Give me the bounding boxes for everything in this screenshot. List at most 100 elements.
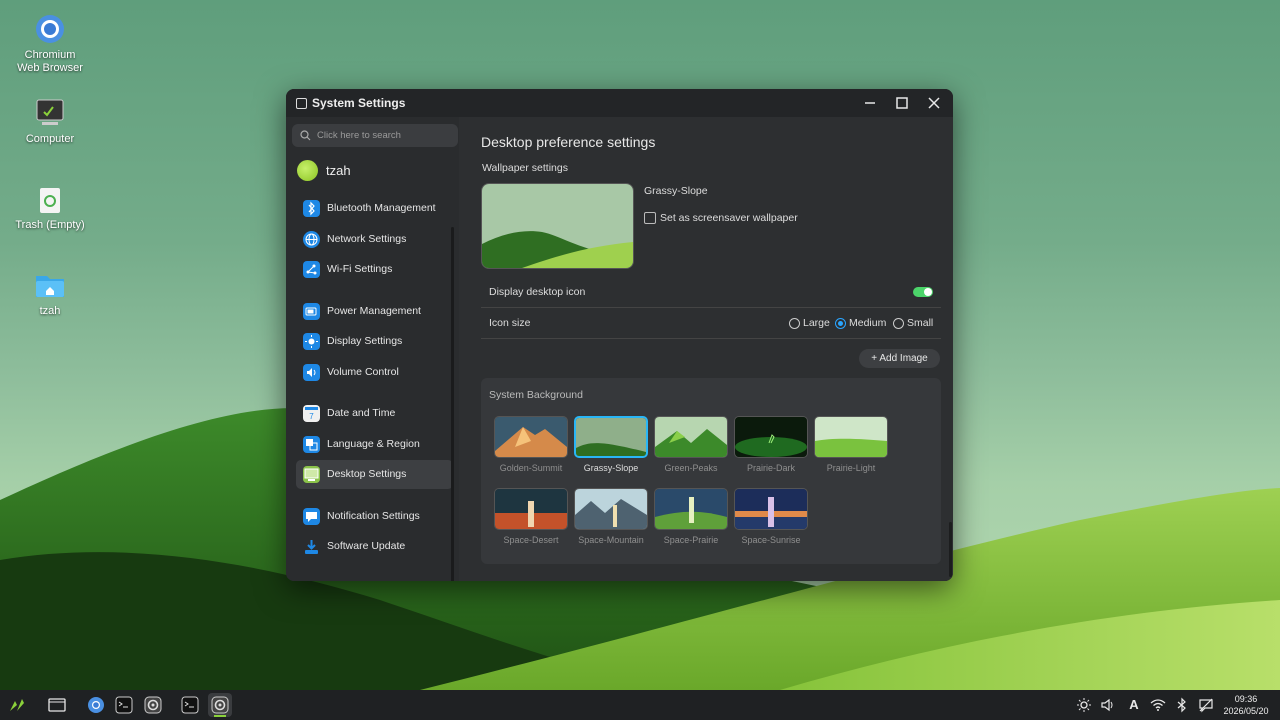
current-wallpaper-name: Grassy-Slope bbox=[644, 185, 708, 197]
notification-icon bbox=[303, 508, 320, 525]
sidebar-item-power[interactable]: Power Management bbox=[296, 297, 453, 326]
desktop-icon-chromium[interactable]: Chromium Web Browser bbox=[5, 13, 95, 75]
close-button[interactable] bbox=[924, 93, 944, 113]
wallpaper-name: Space-Prairie bbox=[663, 535, 719, 545]
wifi-network-icon bbox=[303, 261, 320, 278]
language-icon bbox=[303, 436, 320, 453]
icon-size-label: Icon size bbox=[489, 317, 531, 329]
current-wallpaper-preview[interactable] bbox=[481, 183, 634, 269]
wallpaper-option-prairie-light[interactable]: Prairie-Light bbox=[814, 416, 888, 473]
desktop-icon-label: tzah bbox=[39, 305, 61, 317]
sidebar-item-label: Volume Control bbox=[327, 366, 399, 378]
wallpaper-option-grassy-slope[interactable]: Grassy-Slope bbox=[574, 416, 648, 473]
volume-icon[interactable] bbox=[1100, 697, 1116, 713]
sidebar-scrollbar[interactable] bbox=[451, 227, 454, 581]
sidebar-item-desktop[interactable]: Desktop Settings bbox=[296, 460, 453, 489]
main-scrollbar[interactable] bbox=[949, 522, 952, 577]
sidebar-item-label: Notification Settings bbox=[327, 510, 420, 522]
icon-size-option-label: Medium bbox=[849, 317, 887, 329]
system-background-label: System Background bbox=[489, 389, 583, 401]
sidebar-item-software-update[interactable]: Software Update bbox=[296, 532, 453, 561]
wallpaper-name: Space-Sunrise bbox=[741, 535, 801, 545]
sidebar-item-display[interactable]: Display Settings bbox=[296, 327, 453, 356]
chromium-icon[interactable] bbox=[86, 695, 106, 715]
icon-size-row: Icon size Large Medium Small bbox=[481, 308, 941, 339]
sidebar-item-label: Network Settings bbox=[327, 233, 407, 245]
sidebar: Click here to search tzah Bluetooth Mana… bbox=[286, 117, 459, 581]
close-icon bbox=[928, 97, 940, 109]
start-menu-icon[interactable] bbox=[7, 695, 27, 715]
minimize-icon bbox=[865, 102, 875, 104]
minimize-button[interactable] bbox=[860, 93, 880, 113]
maximize-button[interactable] bbox=[892, 93, 912, 113]
sidebar-item-label: Bluetooth Management bbox=[327, 202, 436, 214]
brightness-icon[interactable] bbox=[1076, 697, 1092, 713]
sidebar-item-wifi[interactable]: Wi-Fi Settings bbox=[296, 255, 453, 284]
window-title: System Settings bbox=[312, 96, 406, 110]
sidebar-item-bluetooth[interactable]: Bluetooth Management bbox=[296, 194, 453, 223]
title-bar[interactable]: System Settings bbox=[286, 89, 953, 117]
wallpaper-option-golden-summit[interactable]: Golden-Summit bbox=[494, 416, 568, 473]
settings-running-icon[interactable] bbox=[208, 693, 232, 717]
main-content: Desktop preference settings Wallpaper se… bbox=[459, 117, 953, 581]
desktop-icon-computer[interactable]: Computer bbox=[5, 97, 95, 146]
wallpaper-name: Prairie-Light bbox=[826, 463, 876, 473]
bluetooth-icon[interactable] bbox=[1174, 697, 1190, 713]
wallpaper-name: Space-Mountain bbox=[578, 535, 644, 545]
display-desktop-icon-row: Display desktop icon bbox=[481, 277, 941, 308]
maximize-icon bbox=[896, 97, 908, 109]
clock[interactable]: 09:36 2026/05/20 bbox=[1216, 693, 1276, 717]
sidebar-item-label: Power Management bbox=[327, 305, 421, 317]
wallpaper-name: Green-Peaks bbox=[664, 463, 718, 473]
settings-app-icon bbox=[296, 98, 307, 109]
show-desktop-icon[interactable] bbox=[47, 695, 67, 715]
sidebar-item-notification[interactable]: Notification Settings bbox=[296, 502, 453, 531]
wallpaper-option-space-prairie[interactable]: Space-Prairie bbox=[654, 488, 728, 545]
sidebar-item-label: Desktop Settings bbox=[327, 468, 407, 480]
search-input[interactable]: Click here to search bbox=[292, 124, 458, 147]
icon-size-large-radio[interactable] bbox=[789, 318, 800, 329]
sidebar-item-datetime[interactable]: 7 Date and Time bbox=[296, 399, 453, 428]
wifi-icon[interactable] bbox=[1150, 697, 1166, 713]
globe-icon bbox=[303, 231, 320, 248]
bluetooth-icon bbox=[303, 200, 320, 217]
user-name: tzah bbox=[326, 163, 351, 178]
taskbar: A 09:36 2026/05/20 bbox=[0, 690, 1280, 720]
notifications-off-icon[interactable] bbox=[1198, 697, 1214, 713]
wallpaper-option-prairie-dark[interactable]: Prairie-Dark bbox=[734, 416, 808, 473]
download-icon bbox=[303, 538, 320, 555]
screensaver-checkbox[interactable] bbox=[644, 212, 656, 224]
wallpaper-option-space-mountain[interactable]: Space-Mountain bbox=[574, 488, 648, 545]
icon-size-option-label: Small bbox=[907, 317, 934, 329]
icon-size-small-radio[interactable] bbox=[893, 318, 904, 329]
sidebar-item-language[interactable]: Language & Region bbox=[296, 430, 453, 459]
search-placeholder: Click here to search bbox=[317, 130, 401, 141]
system-settings-window: System Settings Click here to search tza… bbox=[286, 89, 953, 581]
page-title: Desktop preference settings bbox=[481, 134, 656, 150]
sidebar-item-volume[interactable]: Volume Control bbox=[296, 358, 453, 387]
desktop-icon bbox=[303, 466, 320, 483]
home-folder-icon bbox=[34, 269, 66, 301]
wallpaper-option-space-desert[interactable]: Space-Desert bbox=[494, 488, 568, 545]
battery-icon bbox=[303, 303, 320, 320]
terminal-running-icon[interactable] bbox=[180, 695, 200, 715]
section-title: Wallpaper settings bbox=[482, 162, 568, 174]
sidebar-item-network[interactable]: Network Settings bbox=[296, 225, 453, 254]
add-image-button[interactable]: + Add Image bbox=[859, 349, 940, 368]
icon-size-medium-radio[interactable] bbox=[835, 318, 846, 329]
display-desktop-icon-toggle[interactable] bbox=[913, 287, 933, 297]
settings-icon[interactable] bbox=[143, 695, 163, 715]
wallpaper-option-space-sunrise[interactable]: Space-Sunrise bbox=[734, 488, 808, 545]
desktop-icon-trash[interactable]: Trash (Empty) bbox=[5, 183, 95, 232]
search-icon bbox=[300, 130, 311, 141]
desktop-icon-label: Chromium Web Browser bbox=[17, 49, 83, 74]
clock-time: 09:36 bbox=[1234, 694, 1258, 704]
trash-icon bbox=[34, 183, 66, 215]
sidebar-item-label: Software Update bbox=[327, 540, 406, 552]
desktop-icon-home[interactable]: tzah bbox=[5, 269, 95, 318]
sidebar-item-label: Language & Region bbox=[327, 438, 420, 450]
terminal-icon[interactable] bbox=[114, 695, 134, 715]
input-method-icon[interactable]: A bbox=[1126, 697, 1142, 713]
wallpaper-name: Golden-Summit bbox=[499, 463, 563, 473]
wallpaper-option-green-peaks[interactable]: Green-Peaks bbox=[654, 416, 728, 473]
